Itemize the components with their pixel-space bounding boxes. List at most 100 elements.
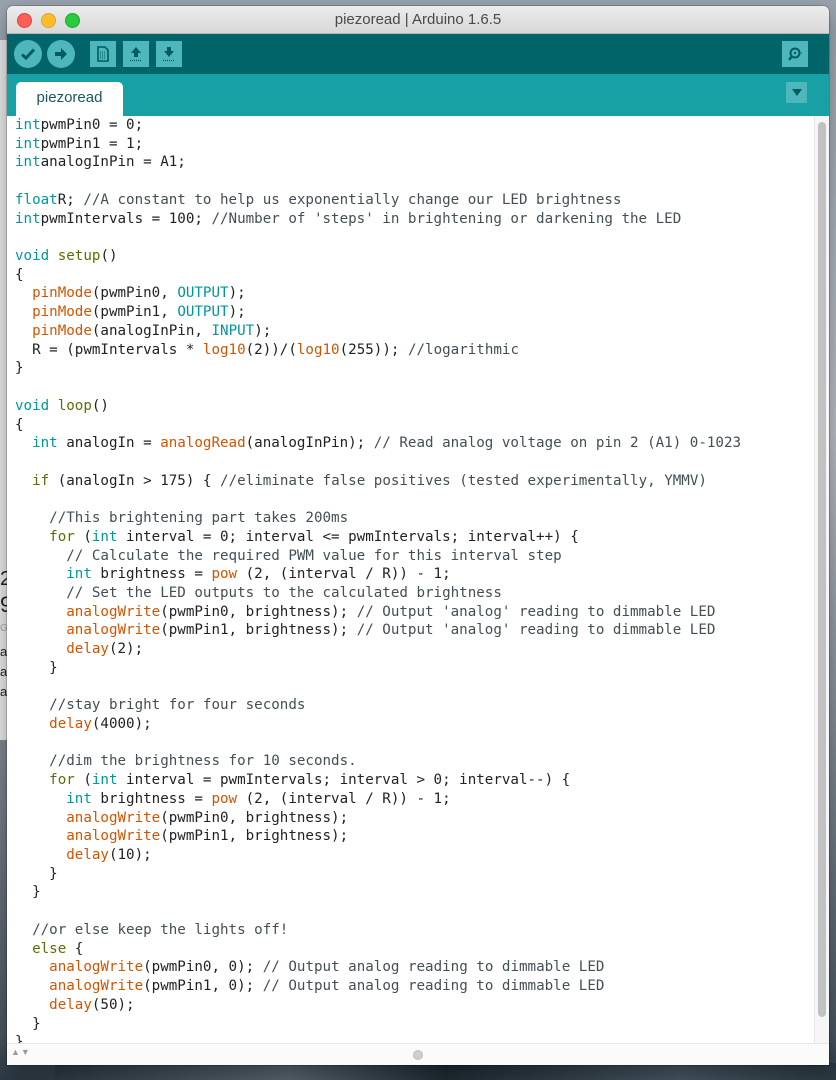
- scrollbar-thumb[interactable]: [818, 122, 826, 1017]
- code-line[interactable]: int analogIn = analogRead(analogInPin); …: [15, 434, 815, 453]
- magnifier-icon: [788, 47, 803, 61]
- keyword-token: int: [91, 772, 118, 789]
- code-line[interactable]: floatR; //A constant to help us exponent…: [15, 191, 815, 210]
- code-line[interactable]: }: [15, 659, 815, 678]
- new-sketch-button[interactable]: [90, 41, 116, 67]
- code-line[interactable]: void setup(): [15, 247, 815, 266]
- code-text[interactable]: intpwmPin0 = 0; intpwmPin1 = 1; intanalogI…: [7, 116, 815, 1044]
- keyword-token: OUTPUT: [177, 304, 229, 321]
- code-line[interactable]: delay(2);: [15, 640, 815, 659]
- code-line[interactable]: delay(4000);: [15, 715, 815, 734]
- code-line[interactable]: intanalogInPin = A1;: [15, 153, 815, 172]
- code-line[interactable]: pinMode(pwmPin1, OUTPUT);: [15, 303, 815, 322]
- code-line[interactable]: [15, 172, 815, 191]
- keyword-token: float: [15, 191, 58, 208]
- vertical-scrollbar[interactable]: [814, 116, 829, 1044]
- code-line[interactable]: //or else keep the lights off!: [15, 921, 815, 940]
- code-line[interactable]: [15, 490, 815, 509]
- code-token: pwmPin0 = 0;: [40, 117, 144, 133]
- code-editor[interactable]: intpwmPin0 = 0; intpwmPin1 = 1; intanalogI…: [7, 116, 815, 1044]
- code-line[interactable]: // Set the LED outputs to the calculated…: [15, 584, 815, 603]
- code-line[interactable]: // Calculate the required PWM value for …: [15, 547, 815, 566]
- fold-arrows-icon[interactable]: ▲▼: [11, 1047, 31, 1057]
- code-line[interactable]: [15, 228, 815, 247]
- comment-token: //or else keep the lights off!: [32, 921, 289, 938]
- code-line[interactable]: R = (pwmIntervals * log10(2))/(log10(255…: [15, 341, 815, 360]
- code-line[interactable]: }: [15, 359, 815, 378]
- arduino-ide-window: piezoread | Arduino 1.6.5 piezoread intp…: [7, 6, 829, 1065]
- verify-button[interactable]: [14, 40, 42, 68]
- code-token: (: [74, 528, 92, 545]
- code-line[interactable]: [15, 453, 815, 472]
- keyword-token: int: [32, 435, 58, 452]
- code-line[interactable]: analogWrite(pwmPin1, brightness);: [15, 827, 815, 846]
- code-token: (analogIn > 175) {: [49, 472, 221, 489]
- code-line[interactable]: for (int interval = pwmIntervals; interv…: [15, 771, 815, 790]
- code-line[interactable]: }: [15, 883, 815, 902]
- comment-token: // Output analog reading to dimmable LED: [262, 978, 605, 995]
- structure-token: for: [49, 772, 75, 789]
- serial-monitor-button[interactable]: [782, 41, 808, 67]
- code-line[interactable]: intpwmIntervals = 100; //Number of 'step…: [15, 210, 815, 229]
- code-line[interactable]: analogWrite(pwmPin0, brightness);: [15, 809, 815, 828]
- comment-token: // Output analog reading to dimmable LED: [262, 959, 605, 976]
- code-line[interactable]: pinMode(analogInPin, INPUT);: [15, 322, 815, 341]
- code-line[interactable]: [15, 678, 815, 697]
- code-line[interactable]: int brightness = pow (2, (interval / R))…: [15, 565, 815, 584]
- code-line[interactable]: analogWrite(pwmPin1, 0); // Output analo…: [15, 977, 815, 996]
- chevron-down-icon: [791, 89, 802, 96]
- code-line[interactable]: delay(10);: [15, 846, 815, 865]
- function-token: delay: [49, 996, 92, 1013]
- code-line[interactable]: void loop(): [15, 397, 815, 416]
- code-line[interactable]: else {: [15, 940, 815, 959]
- code-token: );: [254, 322, 272, 339]
- structure-token: setup: [57, 248, 101, 265]
- code-line[interactable]: intpwmPin0 = 0;: [15, 116, 815, 135]
- code-token: (pwmPin0,: [91, 285, 178, 302]
- code-line[interactable]: intpwmPin1 = 1;: [15, 135, 815, 154]
- function-token: pow: [211, 566, 238, 583]
- code-line[interactable]: int brightness = pow (2, (interval / R))…: [15, 790, 815, 809]
- code-token: );: [228, 285, 246, 302]
- code-line[interactable]: //stay bright for four seconds: [15, 696, 815, 715]
- upload-button[interactable]: [47, 40, 75, 68]
- keyword-token: int: [15, 117, 41, 133]
- code-line[interactable]: for (int interval = 0; interval <= pwmIn…: [15, 528, 815, 547]
- horizontal-scroll-handle[interactable]: [413, 1050, 423, 1060]
- code-line[interactable]: }: [15, 865, 815, 884]
- open-sketch-button[interactable]: [123, 41, 149, 67]
- code-token: (pwmPin1,: [91, 304, 178, 321]
- code-line[interactable]: //This brightening part takes 200ms: [15, 509, 815, 528]
- code-line[interactable]: }: [15, 1015, 815, 1034]
- code-line[interactable]: [15, 378, 815, 397]
- code-line[interactable]: {: [15, 416, 815, 435]
- save-sketch-button[interactable]: [156, 41, 182, 67]
- code-token: {: [66, 940, 84, 957]
- code-line[interactable]: [15, 902, 815, 921]
- code-line[interactable]: pinMode(pwmPin0, OUTPUT);: [15, 284, 815, 303]
- code-token: brightness =: [91, 790, 212, 807]
- code-line[interactable]: if (analogIn > 175) { //eliminate false …: [15, 472, 815, 491]
- tab-menu-button[interactable]: [786, 82, 807, 103]
- comment-token: // Output 'analog' reading to dimmable L…: [356, 622, 716, 639]
- code-line[interactable]: delay(50);: [15, 996, 815, 1015]
- comment-token: //Number of 'steps' in brightening or da…: [211, 210, 682, 227]
- code-line[interactable]: //dim the brightness for 10 seconds.: [15, 752, 815, 771]
- code-token: pwmIntervals = 100;: [40, 210, 212, 227]
- code-token: analogInPin = A1;: [40, 154, 186, 171]
- code-line[interactable]: analogWrite(pwmPin0, 0); // Output analo…: [15, 958, 815, 977]
- code-line[interactable]: {: [15, 266, 815, 285]
- code-line[interactable]: analogWrite(pwmPin1, brightness); // Out…: [15, 621, 815, 640]
- code-line[interactable]: analogWrite(pwmPin0, brightness); // Out…: [15, 603, 815, 622]
- code-token: (255));: [339, 341, 408, 358]
- code-line[interactable]: [15, 734, 815, 753]
- code-token: (pwmPin0, brightness);: [160, 809, 349, 826]
- function-token: analogWrite: [66, 622, 161, 639]
- tab-piezoread[interactable]: piezoread: [16, 82, 123, 116]
- structure-token: else: [32, 940, 67, 957]
